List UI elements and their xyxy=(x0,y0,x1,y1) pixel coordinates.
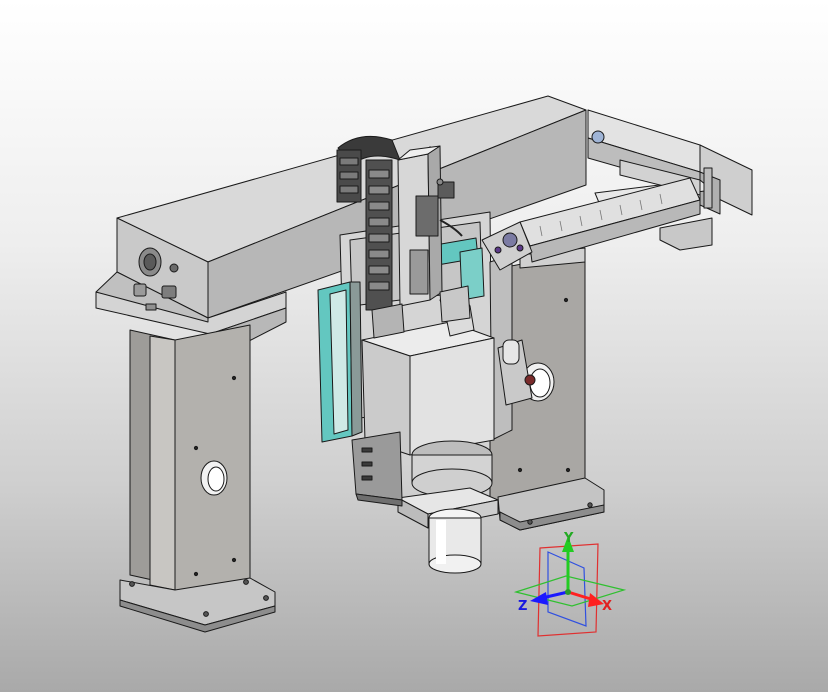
x-axis-label: X xyxy=(602,599,612,614)
3d-viewport[interactable]: Y X Z xyxy=(0,0,828,692)
z-axis-label: Z xyxy=(518,599,527,614)
spindle-nozzle[interactable] xyxy=(397,440,499,574)
cad-scene[interactable]: Y X Z xyxy=(0,0,828,692)
y-axis-label: Y xyxy=(563,531,574,546)
triad-origin xyxy=(565,589,571,595)
left-pillar[interactable] xyxy=(119,324,276,633)
coordinate-triad: Y X Z xyxy=(513,531,627,637)
